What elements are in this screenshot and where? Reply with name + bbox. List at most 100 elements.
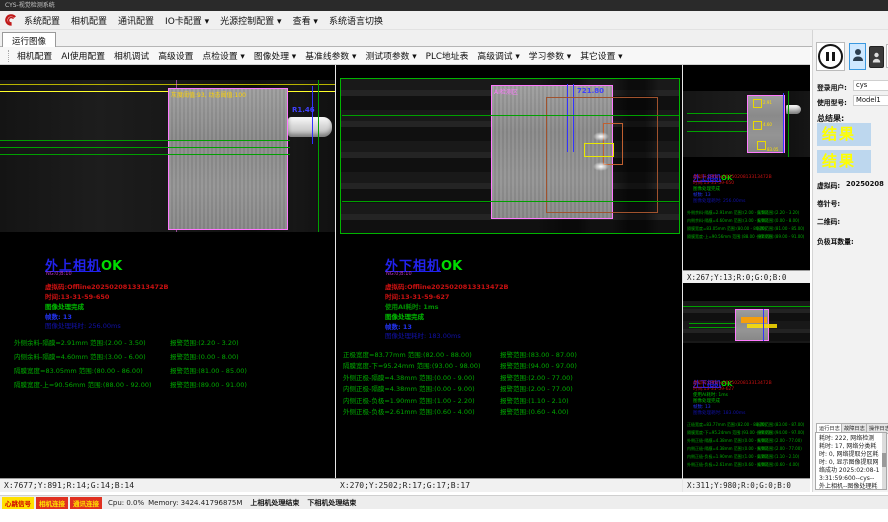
- tool-image-processing[interactable]: 图像处理 ▾: [254, 49, 296, 62]
- mini-view-top[interactable]: 2.91 4.60 83.05 外上相机OK 虚拟码:Offline202502…: [683, 65, 810, 270]
- overlay-yellow-tag: 83.05: [767, 147, 778, 152]
- alarm-range-text: 报警范围:(0.60 - 4.00): [500, 406, 569, 416]
- lower-camera-status-message: 下相机处理结束: [307, 498, 356, 508]
- tool-ai-usage-config[interactable]: AI使用配置: [61, 49, 105, 62]
- mini-measurement-row: 内侧正极-隔膜=4.38mm 范围:(0.00 - 9.00)报警范围:(2.0…: [687, 446, 768, 451]
- result-badge-1: 结果: [817, 123, 871, 146]
- needle-number-label: 卷针号:: [817, 198, 840, 208]
- right-camera-subinfo: NG:0;B:10: [386, 271, 412, 277]
- right-camera-image[interactable]: AI检测区 721.80: [340, 78, 680, 234]
- menu-item-light-control[interactable]: 光源控制配置 ▾: [220, 14, 281, 27]
- menu-item-io-config[interactable]: IO卡配置 ▾: [165, 14, 209, 27]
- left-elapsed: 图像处理耗时: 256.00ms: [45, 320, 121, 330]
- overlay-yellow-blob: [747, 324, 777, 328]
- measurement-text: 外侧正极-隔膜=4.38mm 范围:(0.00 - 9.00): [343, 374, 475, 382]
- overlay-green-line: [342, 115, 679, 116]
- alarm-range-text: 报警范围:(81.00 - 85.00): [757, 226, 804, 231]
- alarm-range-text: 报警范围:(89.00 - 91.00): [170, 379, 247, 389]
- tool-advanced-debug[interactable]: 高级调试 ▾: [477, 49, 519, 62]
- highlight-blob: [593, 162, 609, 171]
- measurement-text: 正极宽度=83.77mm 范围:(82.00 - 88.00): [687, 422, 766, 427]
- overlay-green-line: [0, 154, 290, 155]
- measurement-text: 内侧正极-隔膜=4.38mm 范围:(0.00 - 9.00): [343, 385, 475, 393]
- operator-button[interactable]: [869, 46, 884, 68]
- alarm-range-text: 报警范围:(1.10 - 2.10): [757, 454, 799, 459]
- tab-strip: 运行图像: [0, 30, 888, 47]
- measurement-text: 外侧正极-负极=2.61mm 范围:(0.60 - 4.00): [343, 408, 475, 416]
- measurement-text: 隔膜宽度-上=90.56mm 范围:(88.00 - 92.00): [14, 381, 152, 389]
- measurement-row: 内侧正极-负极=1.90mm 范围:(1.00 - 2.20) 报警范围:(1.…: [343, 395, 475, 405]
- alarm-range-text: 报警范围:(1.10 - 2.10): [500, 395, 569, 405]
- alarm-range-text: 报警范围:(94.00 - 97.00): [757, 430, 804, 435]
- pause-button[interactable]: [816, 42, 845, 71]
- left-camera-coords-bar: X:7677;Y:891;R:14;G:14;B:14: [0, 478, 336, 492]
- login-user-value: cys: [853, 80, 888, 91]
- overlay-green-line: [687, 131, 747, 132]
- measurement-row: 正极宽度=83.77mm 范围:(82.00 - 88.00) 报警范围:(83…: [343, 349, 472, 359]
- log-scrollbar[interactable]: [882, 433, 886, 489]
- menu-bar: 系统配置 相机配置 通讯配置 IO卡配置 ▾ 光源控制配置 ▾ 查看 ▾ 系统语…: [0, 11, 888, 30]
- overlay-green-line: [687, 113, 747, 114]
- left-camera-ok-status: OK: [101, 259, 122, 274]
- mini-measurement-row: 隔膜宽度-上=90.56mm 范围:(88.00 - 92.00)报警范围:(8…: [687, 234, 772, 239]
- tool-spot-check[interactable]: 点检设置 ▾: [202, 49, 244, 62]
- tool-test-params[interactable]: 测试项参数 ▾: [365, 49, 416, 62]
- overlay-yellow-tag: 2.91: [763, 100, 772, 105]
- tool-plc-address-table[interactable]: PLC地址表: [426, 49, 469, 62]
- menu-item-comm-config[interactable]: 通讯配置: [118, 14, 154, 27]
- mini-top-coords-bar: X:267;Y:13;R:0;G:0;B:0: [683, 270, 810, 283]
- alarm-range-text: 报警范围:(2.00 - 77.00): [757, 446, 802, 451]
- menu-item-language-switch[interactable]: 系统语言切换: [329, 14, 383, 27]
- connector-part: [288, 117, 332, 137]
- menu-item-view[interactable]: 查看 ▾: [293, 14, 318, 27]
- mini-measurement-row: 外侧余料-隔膜=2.91mm 范围:(2.00 - 3.50)报警范围:(2.2…: [687, 210, 768, 215]
- alarm-range-text: 报警范围:(2.20 - 3.20): [757, 210, 799, 215]
- menu-item-camera-config[interactable]: 相机配置: [71, 14, 107, 27]
- overlay-blue-line: [783, 93, 784, 153]
- result-badge-2: 结果: [817, 150, 871, 173]
- overlay-green-line: [788, 91, 789, 157]
- tool-learning-params[interactable]: 学习参数 ▾: [529, 49, 571, 62]
- left-process-done: 图像处理完成: [45, 301, 84, 311]
- brand-logo-icon: [4, 14, 17, 27]
- mini-measurement-row: 隔膜宽度=83.05mm 范围:(80.00 - 86.00)报警范围:(81.…: [687, 226, 766, 231]
- log-textarea[interactable]: 耗时: 222, 网络检测耗时: 17, 网络分类耗时: 0, 网络提取分区耗时…: [815, 432, 887, 490]
- virtual-code-value: 20250208: [846, 180, 884, 188]
- tool-camera-config[interactable]: 相机配置: [17, 49, 52, 62]
- mini-measurement-row: 外侧正极-负极=2.61mm 范围:(0.60 - 4.00)报警范围:(0.6…: [687, 462, 768, 467]
- memory-usage-text: Memory: 3424.41796875M: [148, 499, 242, 507]
- right-process-done: 图像处理完成: [385, 311, 424, 321]
- mini-measurement-row: 隔膜宽度-下=95.24mm 范围:(93.00 - 98.00)报警范围:(9…: [687, 430, 772, 435]
- tool-advanced-settings[interactable]: 高级设置: [158, 49, 193, 62]
- mini-image: 2.91 4.60 83.05: [683, 91, 810, 157]
- user-button[interactable]: [849, 43, 866, 70]
- mini-view-bottom[interactable]: 外下相机OK 虚拟码:Offline2025020813313472B 时间:1…: [683, 283, 810, 478]
- tool-camera-debug[interactable]: 相机调试: [114, 49, 149, 62]
- overlay-blue-line: [312, 86, 313, 144]
- overlay-green-line: [0, 140, 290, 141]
- log-scrollbar-thumb[interactable]: [882, 453, 886, 467]
- model-label: 使用型号:: [817, 97, 847, 107]
- camera-connection-badge: 相机连接: [36, 497, 68, 509]
- mini-measurement-row: 外侧正极-隔膜=4.38mm 范围:(0.00 - 9.00)报警范围:(2.0…: [687, 438, 768, 443]
- overlay-green-line: [342, 201, 679, 202]
- upper-camera-status-message: 上相机处理结束: [250, 498, 299, 508]
- texture: [169, 89, 287, 229]
- measurement-text: 外侧正极-负极=2.61mm 范围:(0.60 - 4.00): [687, 462, 768, 467]
- measurement-text: 外侧正极-隔膜=4.38mm 范围:(0.00 - 9.00): [687, 438, 768, 443]
- left-camera-image[interactable]: 灰度阈值:93, 动态阈值:100 R1.46: [0, 80, 335, 232]
- pause-icon: [818, 44, 843, 69]
- overlay-yellow-box: [753, 121, 762, 130]
- overlay-green-line: [0, 147, 290, 148]
- alarm-range-text: 报警范围:(2.20 - 3.20): [170, 337, 239, 347]
- mini-elapsed: 图像处理耗时: 256.00ms: [693, 199, 745, 205]
- measurement-text: 隔膜宽度=83.05mm 范围:(80.00 - 86.00): [687, 226, 766, 231]
- alarm-range-text: 报警范围:(2.00 - 77.00): [500, 372, 573, 382]
- left-camera-subinfo: NG:0;B:10: [46, 271, 72, 277]
- menu-item-system-config[interactable]: 系统配置: [24, 14, 60, 27]
- tool-baseline-params[interactable]: 基准线参数 ▾: [305, 49, 356, 62]
- right-virtual-code: 虚拟码:Offline2025020813313472B: [385, 281, 508, 291]
- tool-other-settings[interactable]: 其它设置 ▾: [580, 49, 622, 62]
- anode-tab-count-label: 负极耳数量:: [817, 236, 854, 246]
- measurement-text: 内侧余料-隔膜=4.60mm 范围:(3.00 - 6.00): [687, 218, 768, 223]
